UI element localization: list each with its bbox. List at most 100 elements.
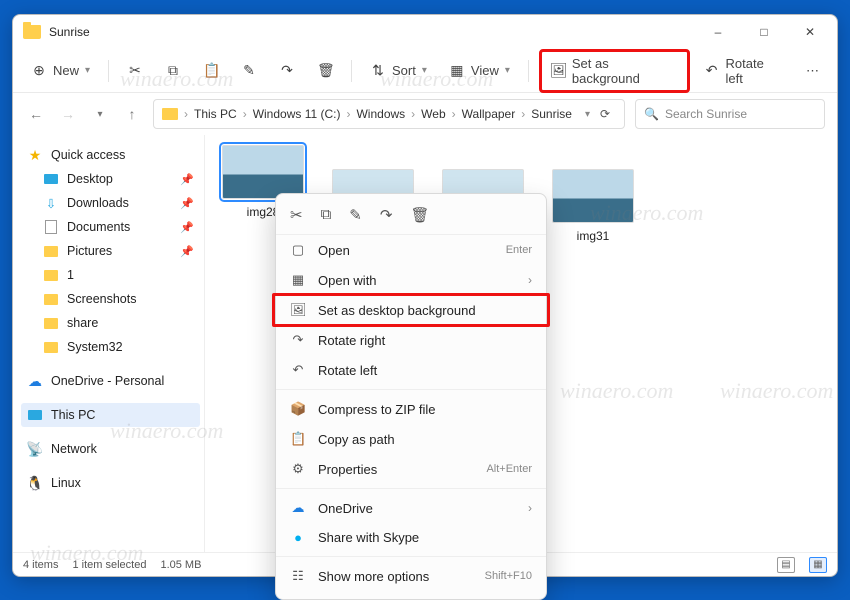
ellipsis-icon: ⋯ [806, 63, 819, 79]
window-title: Sunrise [49, 25, 90, 39]
maximize-button[interactable]: □ [741, 17, 787, 47]
ctx-rotate-left[interactable]: ↶Rotate left [276, 355, 546, 385]
rename-button[interactable]: ✎ [233, 58, 265, 83]
sidebar-share[interactable]: share [21, 311, 200, 335]
chevron-down-icon: ▾ [85, 65, 90, 76]
back-button[interactable]: ← [25, 103, 47, 125]
more-button[interactable]: ⋯ [798, 59, 827, 83]
share-button[interactable]: ↷ [271, 58, 303, 83]
minimize-button[interactable]: – [695, 17, 741, 47]
details-view-button[interactable]: ▤ [777, 557, 795, 573]
file-label: img31 [577, 229, 610, 243]
share-icon[interactable]: ↷ [380, 206, 393, 224]
sidebar-network[interactable]: 📡Network [21, 437, 200, 461]
sidebar-pictures[interactable]: Pictures📌 [21, 239, 200, 263]
sidebar-system32[interactable]: System32 [21, 335, 200, 359]
download-icon: ⇩ [43, 195, 59, 211]
copy-icon[interactable]: ⧉ [321, 206, 332, 224]
pictures-icon [43, 243, 59, 259]
sidebar-downloads[interactable]: ⇩Downloads📌 [21, 191, 200, 215]
folder-icon [43, 339, 59, 355]
context-quick-actions: ✂ ⧉ ✎ ↷ 🗑 [276, 200, 546, 235]
linux-icon: 🐧 [27, 475, 43, 491]
properties-icon: ⚙ [290, 461, 306, 477]
breadcrumb-item[interactable]: This PC [194, 107, 237, 121]
share-icon: ↷ [279, 62, 295, 79]
sidebar-documents[interactable]: Documents📌 [21, 215, 200, 239]
rotate-right-icon: ↷ [290, 332, 306, 348]
zip-icon: 📦 [290, 401, 306, 417]
cloud-icon: ☁ [27, 373, 43, 389]
chevron-right-icon: › [528, 501, 532, 515]
ctx-rotate-right[interactable]: ↷Rotate right [276, 325, 546, 355]
new-label: New [53, 63, 79, 78]
plus-icon: ⊕ [31, 62, 47, 79]
thumbnails-view-button[interactable]: ▦ [809, 557, 827, 573]
quick-access[interactable]: ★Quick access [21, 143, 200, 167]
breadcrumb-item[interactable]: Windows [356, 107, 405, 121]
ctx-set-desktop-background[interactable]: 🖼Set as desktop background [276, 295, 546, 325]
command-bar: ⊕ New ▾ ✂ ⧉ 📋 ✎ ↷ 🗑 ⇅ Sort ▾ ▦ View ▾ 🖼 … [13, 49, 837, 93]
copy-button[interactable]: ⧉ [157, 58, 189, 83]
sidebar-folder-1[interactable]: 1 [21, 263, 200, 287]
desktop-icon [43, 171, 59, 187]
folder-icon [162, 108, 178, 120]
view-icon: ▦ [449, 62, 465, 79]
view-button[interactable]: ▦ View ▾ [441, 58, 518, 83]
delete-button[interactable]: 🗑 [309, 58, 341, 83]
ctx-show-more[interactable]: ☷Show more optionsShift+F10 [276, 561, 546, 591]
folder-icon [43, 267, 59, 283]
pin-icon: 📌 [180, 173, 194, 186]
sidebar-linux[interactable]: 🐧Linux [21, 471, 200, 495]
navigation-pane: ★Quick access Desktop📌 ⇩Downloads📌 Docum… [13, 135, 205, 552]
breadcrumb-item[interactable]: Web [421, 107, 445, 121]
file-img31[interactable]: img31 [549, 169, 637, 243]
ctx-onedrive[interactable]: ☁OneDrive› [276, 493, 546, 523]
sidebar-this-pc[interactable]: This PC [21, 403, 200, 427]
sort-button[interactable]: ⇅ Sort ▾ [362, 58, 435, 83]
rotate-left-label: Rotate left [726, 56, 785, 86]
forward-button[interactable]: → [57, 103, 79, 125]
set-background-label: Set as background [572, 56, 679, 86]
cut-icon[interactable]: ✂ [290, 206, 303, 224]
star-icon: ★ [27, 147, 43, 163]
ctx-properties[interactable]: ⚙PropertiesAlt+Enter [276, 454, 546, 484]
view-label: View [471, 63, 499, 78]
pin-icon: 📌 [180, 245, 194, 258]
ctx-open-with[interactable]: ▦Open with› [276, 265, 546, 295]
ctx-share-skype[interactable]: ●Share with Skype [276, 523, 546, 552]
sidebar-onedrive[interactable]: ☁OneDrive - Personal [21, 369, 200, 393]
paste-button[interactable]: 📋 [195, 58, 227, 83]
up-button[interactable]: ↑ [121, 103, 143, 125]
chevron-down-icon[interactable]: ▾ [585, 109, 590, 120]
pc-icon [27, 407, 43, 423]
ctx-copy-path[interactable]: 📋Copy as path [276, 424, 546, 454]
open-icon: ▢ [290, 242, 306, 258]
search-input[interactable]: 🔍 Search Sunrise [635, 99, 825, 129]
breadcrumb[interactable]: › This PC› Windows 11 (C:)› Windows› Web… [153, 99, 625, 129]
ctx-compress-zip[interactable]: 📦Compress to ZIP file [276, 394, 546, 424]
refresh-button[interactable]: ⟳ [594, 107, 616, 121]
folder-icon [43, 291, 59, 307]
breadcrumb-item[interactable]: Windows 11 (C:) [253, 107, 341, 121]
search-icon: 🔍 [644, 107, 659, 121]
sort-label: Sort [392, 63, 416, 78]
cut-button[interactable]: ✂ [119, 58, 151, 83]
rename-icon[interactable]: ✎ [349, 206, 362, 224]
trash-icon[interactable]: 🗑 [410, 206, 429, 224]
more-icon: ☷ [290, 568, 306, 584]
close-button[interactable]: ✕ [787, 17, 833, 47]
rotate-left-button[interactable]: ↶ Rotate left [696, 52, 792, 90]
rotate-left-icon: ↶ [704, 62, 720, 79]
breadcrumb-item[interactable]: Wallpaper [462, 107, 516, 121]
ctx-open[interactable]: ▢OpenEnter [276, 235, 546, 265]
network-icon: 📡 [27, 441, 43, 457]
breadcrumb-item[interactable]: Sunrise [531, 107, 572, 121]
scissors-icon: ✂ [127, 62, 143, 79]
new-button[interactable]: ⊕ New ▾ [23, 58, 98, 83]
folder-icon [43, 315, 59, 331]
sidebar-desktop[interactable]: Desktop📌 [21, 167, 200, 191]
recent-button[interactable]: ▾ [89, 103, 111, 125]
set-background-button[interactable]: 🖼 Set as background [539, 49, 690, 93]
sidebar-screenshots[interactable]: Screenshots [21, 287, 200, 311]
